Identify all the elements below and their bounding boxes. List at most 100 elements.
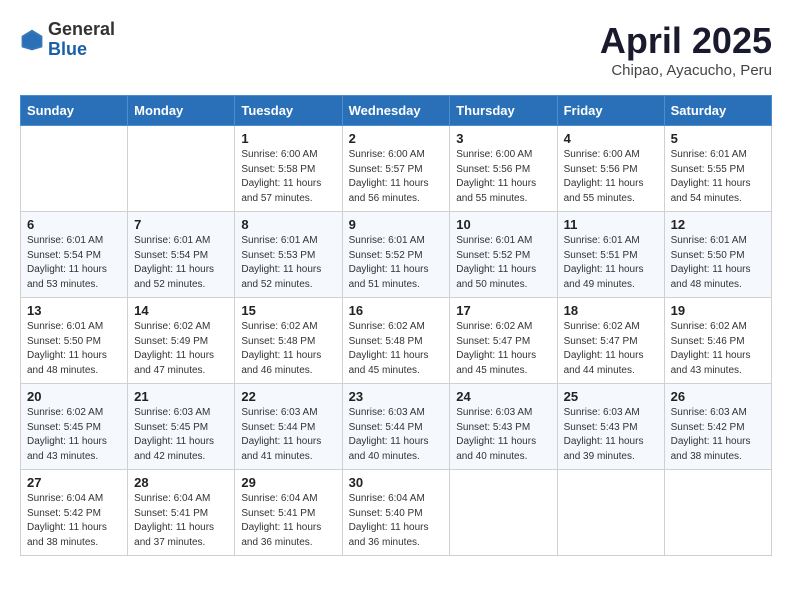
calendar-cell: 4 Sunrise: 6:00 AM Sunset: 5:56 PM Daylig… [557,126,664,212]
calendar-cell: 11 Sunrise: 6:01 AM Sunset: 5:51 PM Dayli… [557,212,664,298]
day-number: 19 [671,303,765,318]
calendar-cell: 22 Sunrise: 6:03 AM Sunset: 5:44 PM Dayli… [235,384,342,470]
day-number: 4 [564,131,658,146]
calendar-cell: 30Sunrise: 6:04 AM Sunset: 5:40 PM Dayli… [342,470,450,556]
day-info: Sunrise: 6:04 AM Sunset: 5:42 PM Dayligh… [27,492,121,550]
calendar-cell: 5Sunrise: 6:01 AM Sunset: 5:55 PM Daylig… [664,126,771,212]
calendar-cell: 15 Sunrise: 6:02 AM Sunset: 5:48 PM Dayli… [235,298,342,384]
day-number: 11 [564,217,658,232]
calendar-cell [21,126,128,212]
day-info: Sunrise: 6:02 AM Sunset: 5:45 PM Dayligh… [27,406,121,464]
day-info: Sunrise: 6:01 AM Sunset: 5:54 PM Dayligh… [27,234,121,292]
day-number: 21 [134,389,228,404]
calendar-cell: 1Sunrise: 6:00 AM Sunset: 5:58 PM Daylig… [235,126,342,212]
weekday-header-thursday: Thursday [450,96,557,126]
day-info: Sunrise: 6:03 AM Sunset: 5:43 PM Dayligh… [456,406,550,464]
calendar-week-row: 1Sunrise: 6:00 AM Sunset: 5:58 PM Daylig… [21,126,772,212]
calendar-week-row: 6 Sunrise: 6:01 AM Sunset: 5:54 PM Daylig… [21,212,772,298]
calendar-cell: 23 Sunrise: 6:03 AM Sunset: 5:44 PM Dayli… [342,384,450,470]
day-number: 12 [671,217,765,232]
day-number: 24 [456,389,550,404]
calendar-cell: 16 Sunrise: 6:02 AM Sunset: 5:48 PM Dayli… [342,298,450,384]
day-number: 29 [241,475,335,490]
weekday-header-row: SundayMondayTuesdayWednesdayThursdayFrid… [21,96,772,126]
day-info: Sunrise: 6:03 AM Sunset: 5:43 PM Dayligh… [564,406,658,464]
calendar-cell: 19 Sunrise: 6:02 AM Sunset: 5:46 PM Dayli… [664,298,771,384]
day-info: Sunrise: 6:03 AM Sunset: 5:44 PM Dayligh… [241,406,335,464]
calendar-cell: 28 Sunrise: 6:04 AM Sunset: 5:41 PM Dayli… [128,470,235,556]
day-number: 9 [349,217,444,232]
calendar-cell: 8 Sunrise: 6:01 AM Sunset: 5:53 PM Daylig… [235,212,342,298]
month-title: April 2025 [600,20,772,62]
day-number: 5 [671,131,765,146]
calendar-cell: 17 Sunrise: 6:02 AM Sunset: 5:47 PM Dayli… [450,298,557,384]
header: General Blue April 2025 Chipao, Ayacucho… [20,20,772,79]
day-info: Sunrise: 6:02 AM Sunset: 5:46 PM Dayligh… [671,320,765,378]
day-number: 25 [564,389,658,404]
day-info: Sunrise: 6:02 AM Sunset: 5:48 PM Dayligh… [349,320,444,378]
calendar-week-row: 20 Sunrise: 6:02 AM Sunset: 5:45 PM Dayli… [21,384,772,470]
day-number: 28 [134,475,228,490]
weekday-header-saturday: Saturday [664,96,771,126]
calendar-cell: 20 Sunrise: 6:02 AM Sunset: 5:45 PM Dayli… [21,384,128,470]
day-info: Sunrise: 6:04 AM Sunset: 5:40 PM Dayligh… [349,492,444,550]
weekday-header-tuesday: Tuesday [235,96,342,126]
calendar-cell: 14 Sunrise: 6:02 AM Sunset: 5:49 PM Dayli… [128,298,235,384]
day-info: Sunrise: 6:02 AM Sunset: 5:48 PM Dayligh… [241,320,335,378]
day-info: Sunrise: 6:04 AM Sunset: 5:41 PM Dayligh… [134,492,228,550]
weekday-header-wednesday: Wednesday [342,96,450,126]
day-info: Sunrise: 6:01 AM Sunset: 5:51 PM Dayligh… [564,234,658,292]
calendar-cell: 25 Sunrise: 6:03 AM Sunset: 5:43 PM Dayli… [557,384,664,470]
calendar-week-row: 13 Sunrise: 6:01 AM Sunset: 5:50 PM Dayli… [21,298,772,384]
location-subtitle: Chipao, Ayacucho, Peru [600,62,772,79]
calendar-cell: 24 Sunrise: 6:03 AM Sunset: 5:43 PM Dayli… [450,384,557,470]
day-number: 14 [134,303,228,318]
day-number: 20 [27,389,121,404]
day-number: 22 [241,389,335,404]
day-number: 23 [349,389,444,404]
calendar-table: SundayMondayTuesdayWednesdayThursdayFrid… [20,95,772,556]
calendar-cell [450,470,557,556]
calendar-cell: 13 Sunrise: 6:01 AM Sunset: 5:50 PM Dayli… [21,298,128,384]
weekday-header-monday: Monday [128,96,235,126]
day-info: Sunrise: 6:01 AM Sunset: 5:50 PM Dayligh… [671,234,765,292]
day-number: 26 [671,389,765,404]
day-info: Sunrise: 6:02 AM Sunset: 5:47 PM Dayligh… [456,320,550,378]
logo-blue-text: Blue [48,40,115,60]
calendar-cell: 29Sunrise: 6:04 AM Sunset: 5:41 PM Dayli… [235,470,342,556]
day-number: 15 [241,303,335,318]
day-info: Sunrise: 6:02 AM Sunset: 5:49 PM Dayligh… [134,320,228,378]
day-number: 17 [456,303,550,318]
calendar-cell: 27Sunrise: 6:04 AM Sunset: 5:42 PM Dayli… [21,470,128,556]
day-info: Sunrise: 6:01 AM Sunset: 5:52 PM Dayligh… [456,234,550,292]
day-number: 10 [456,217,550,232]
calendar-cell [557,470,664,556]
day-number: 3 [456,131,550,146]
day-info: Sunrise: 6:03 AM Sunset: 5:44 PM Dayligh… [349,406,444,464]
day-number: 13 [27,303,121,318]
day-info: Sunrise: 6:01 AM Sunset: 5:53 PM Dayligh… [241,234,335,292]
day-info: Sunrise: 6:00 AM Sunset: 5:57 PM Dayligh… [349,148,444,206]
weekday-header-friday: Friday [557,96,664,126]
day-info: Sunrise: 6:00 AM Sunset: 5:56 PM Dayligh… [456,148,550,206]
calendar-cell: 6 Sunrise: 6:01 AM Sunset: 5:54 PM Daylig… [21,212,128,298]
day-info: Sunrise: 6:01 AM Sunset: 5:54 PM Dayligh… [134,234,228,292]
logo-icon [20,28,44,52]
calendar-cell: 3 Sunrise: 6:00 AM Sunset: 5:56 PM Daylig… [450,126,557,212]
day-info: Sunrise: 6:02 AM Sunset: 5:47 PM Dayligh… [564,320,658,378]
day-number: 16 [349,303,444,318]
day-info: Sunrise: 6:01 AM Sunset: 5:52 PM Dayligh… [349,234,444,292]
day-info: Sunrise: 6:01 AM Sunset: 5:50 PM Dayligh… [27,320,121,378]
day-info: Sunrise: 6:03 AM Sunset: 5:45 PM Dayligh… [134,406,228,464]
title-area: April 2025 Chipao, Ayacucho, Peru [600,20,772,79]
day-info: Sunrise: 6:00 AM Sunset: 5:56 PM Dayligh… [564,148,658,206]
day-number: 6 [27,217,121,232]
calendar-cell: 18Sunrise: 6:02 AM Sunset: 5:47 PM Dayli… [557,298,664,384]
calendar-cell: 2Sunrise: 6:00 AM Sunset: 5:57 PM Daylig… [342,126,450,212]
calendar-cell: 7Sunrise: 6:01 AM Sunset: 5:54 PM Daylig… [128,212,235,298]
weekday-header-sunday: Sunday [21,96,128,126]
logo: General Blue [20,20,115,60]
logo-general-text: General [48,20,115,40]
calendar-cell: 26Sunrise: 6:03 AM Sunset: 5:42 PM Dayli… [664,384,771,470]
day-number: 8 [241,217,335,232]
